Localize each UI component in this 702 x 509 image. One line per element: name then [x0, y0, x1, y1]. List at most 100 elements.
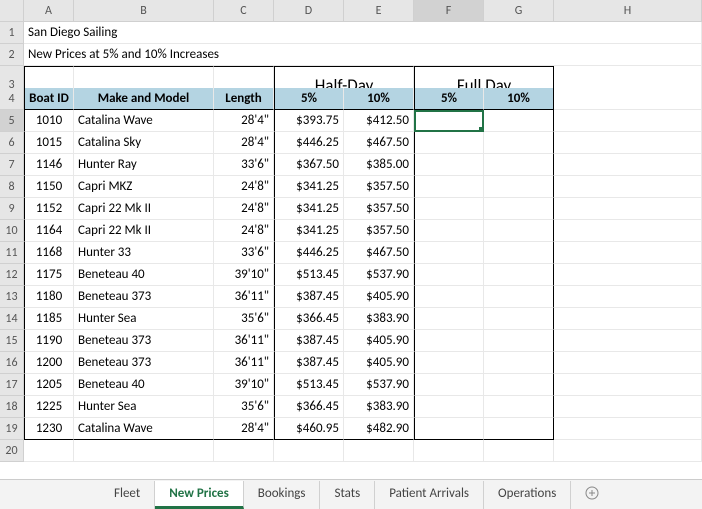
cell-full-5[interactable]: [414, 220, 484, 242]
cell-half-10[interactable]: $467.50: [344, 242, 414, 264]
cell-half-10[interactable]: $357.50: [344, 220, 414, 242]
col-header-D[interactable]: D: [274, 0, 344, 22]
sheet-tab-new-prices[interactable]: New Prices: [155, 481, 244, 509]
cell-full-5[interactable]: [414, 242, 484, 264]
cell-full-10[interactable]: [484, 330, 554, 352]
cell-half-10[interactable]: $405.90: [344, 286, 414, 308]
hdr-half-5[interactable]: 5%: [274, 88, 344, 110]
empty-cell[interactable]: [554, 352, 702, 374]
cell-model[interactable]: Hunter Sea: [74, 308, 214, 330]
row-header[interactable]: 2: [0, 44, 24, 66]
cell-boat-id[interactable]: 1230: [24, 418, 74, 440]
select-all-corner[interactable]: [0, 0, 24, 22]
cell-model[interactable]: Beneteau 40: [74, 374, 214, 396]
col-header-B[interactable]: B: [74, 0, 214, 22]
cell-full-5[interactable]: [414, 176, 484, 198]
empty-cell[interactable]: [344, 440, 414, 462]
spreadsheet-grid[interactable]: ABCDEFGH1San Diego Sailing2New Prices at…: [0, 0, 702, 462]
cell-half-10[interactable]: $383.90: [344, 308, 414, 330]
cell-length[interactable]: 35'6": [214, 308, 274, 330]
cell-length[interactable]: 24'8": [214, 176, 274, 198]
empty-cell[interactable]: [484, 440, 554, 462]
cell-full-10[interactable]: [484, 176, 554, 198]
row-header[interactable]: 6: [0, 132, 24, 154]
cell-boat-id[interactable]: 1185: [24, 308, 74, 330]
cell-boat-id[interactable]: 1010: [24, 110, 74, 132]
row-header[interactable]: 16: [0, 352, 24, 374]
row-header[interactable]: 17: [0, 374, 24, 396]
cell-full-5[interactable]: [414, 110, 484, 132]
col-header-G[interactable]: G: [484, 0, 554, 22]
cell-half-10[interactable]: $537.90: [344, 264, 414, 286]
empty-cell[interactable]: [554, 220, 702, 242]
cell-full-5[interactable]: [414, 154, 484, 176]
row-header[interactable]: 15: [0, 330, 24, 352]
sheet-tab-operations[interactable]: Operations: [484, 481, 571, 509]
cell-half-5[interactable]: $367.50: [274, 154, 344, 176]
cell-boat-id[interactable]: 1200: [24, 352, 74, 374]
cell-half-10[interactable]: $412.50: [344, 110, 414, 132]
cell-model[interactable]: Capri 22 Mk II: [74, 220, 214, 242]
sheet-tab-bookings[interactable]: Bookings: [244, 481, 321, 509]
hdr-length[interactable]: Length: [214, 88, 274, 110]
row-header[interactable]: 20: [0, 440, 24, 462]
sheet-tab-stats[interactable]: Stats: [320, 481, 375, 509]
cell-model[interactable]: Capri 22 Mk II: [74, 198, 214, 220]
cell-half-5[interactable]: $446.25: [274, 132, 344, 154]
cell-half-5[interactable]: $341.25: [274, 176, 344, 198]
row-header[interactable]: 13: [0, 286, 24, 308]
cell-length[interactable]: 33'6": [214, 242, 274, 264]
row-header[interactable]: 14: [0, 308, 24, 330]
title-cell[interactable]: San Diego Sailing: [24, 22, 702, 44]
cell-length[interactable]: 36'11": [214, 286, 274, 308]
row-header[interactable]: 7: [0, 154, 24, 176]
empty-cell[interactable]: [554, 374, 702, 396]
cell-full-10[interactable]: [484, 220, 554, 242]
empty-cell[interactable]: [554, 154, 702, 176]
row-header[interactable]: 1: [0, 22, 24, 44]
empty-cell[interactable]: [414, 440, 484, 462]
cell-model[interactable]: Hunter Ray: [74, 154, 214, 176]
hdr-full-5[interactable]: 5%: [414, 88, 484, 110]
empty-cell[interactable]: [554, 264, 702, 286]
cell-model[interactable]: Hunter 33: [74, 242, 214, 264]
cell-half-10[interactable]: $383.90: [344, 396, 414, 418]
cell-full-5[interactable]: [414, 308, 484, 330]
cell-model[interactable]: Beneteau 373: [74, 352, 214, 374]
cell-full-5[interactable]: [414, 352, 484, 374]
cell-model[interactable]: Catalina Sky: [74, 132, 214, 154]
hdr-make-model[interactable]: Make and Model: [74, 88, 214, 110]
cell-boat-id[interactable]: 1164: [24, 220, 74, 242]
sheet-tab-fleet[interactable]: Fleet: [100, 481, 155, 509]
cell-boat-id[interactable]: 1175: [24, 264, 74, 286]
cell-half-5[interactable]: $460.95: [274, 418, 344, 440]
row-header[interactable]: 12: [0, 264, 24, 286]
cell-full-5[interactable]: [414, 198, 484, 220]
cell-full-10[interactable]: [484, 396, 554, 418]
cell-half-10[interactable]: $405.90: [344, 330, 414, 352]
row-header[interactable]: 4: [0, 88, 24, 110]
row-header[interactable]: 11: [0, 242, 24, 264]
hdr-half-10[interactable]: 10%: [344, 88, 414, 110]
empty-cell[interactable]: [554, 286, 702, 308]
row-header[interactable]: 19: [0, 418, 24, 440]
cell-model[interactable]: Beneteau 373: [74, 286, 214, 308]
cell-full-5[interactable]: [414, 132, 484, 154]
cell-half-10[interactable]: $467.50: [344, 132, 414, 154]
cell-full-5[interactable]: [414, 286, 484, 308]
cell-full-10[interactable]: [484, 110, 554, 132]
cell-full-10[interactable]: [484, 374, 554, 396]
cell-length[interactable]: 24'8": [214, 220, 274, 242]
empty-cell[interactable]: [214, 440, 274, 462]
cell-half-5[interactable]: $393.75: [274, 110, 344, 132]
cell-half-10[interactable]: $405.90: [344, 352, 414, 374]
cell-half-5[interactable]: $446.25: [274, 242, 344, 264]
cell-half-5[interactable]: $341.25: [274, 220, 344, 242]
cell-full-5[interactable]: [414, 418, 484, 440]
empty-cell[interactable]: [74, 440, 214, 462]
hdr-full-10[interactable]: 10%: [484, 88, 554, 110]
cell-length[interactable]: 36'11": [214, 352, 274, 374]
empty-cell[interactable]: [554, 176, 702, 198]
empty-cell[interactable]: [554, 418, 702, 440]
cell-length[interactable]: 33'6": [214, 154, 274, 176]
